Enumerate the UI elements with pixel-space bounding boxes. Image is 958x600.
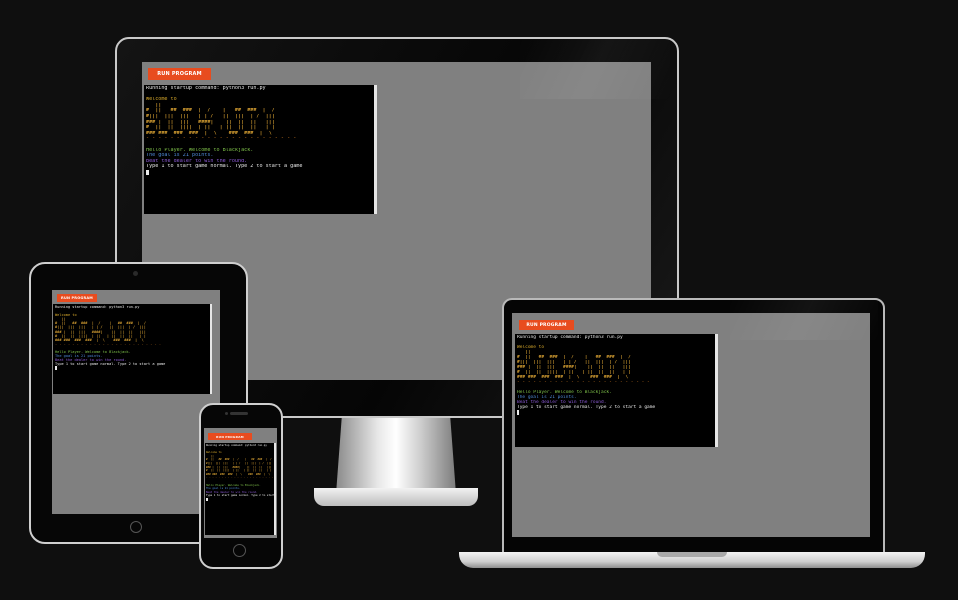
phone-speaker-icon	[230, 412, 248, 415]
terminal-window[interactable]: Running startup command: python3 run.py …	[53, 304, 212, 394]
tablet-screen: Run Program Running startup command: pyt…	[52, 290, 220, 514]
terminal-scrollbar[interactable]	[210, 304, 212, 394]
terminal-window[interactable]: Running startup command: python3 run.py …	[205, 443, 276, 535]
tablet-camera-icon	[133, 271, 138, 276]
terminal-prompt-line: Type 1 to start game normal. Type 2 to s…	[206, 494, 275, 498]
terminal-scrollbar[interactable]	[374, 85, 377, 214]
laptop-notch	[657, 552, 727, 557]
run-program-button[interactable]: Run Program	[208, 433, 252, 440]
cursor-block-icon	[55, 366, 57, 371]
run-program-button[interactable]: Run Program	[57, 294, 97, 302]
terminal-window[interactable]: Running startup command: python3 run.py …	[515, 334, 718, 447]
cursor-block-icon	[206, 497, 208, 501]
phone-camera-icon	[225, 412, 228, 415]
terminal-dashes: - - - - - - - - - - - - - - - - - - - - …	[206, 476, 275, 480]
phone-home-button	[233, 544, 246, 557]
terminal-startup-line: Running startup command: python3 run.py	[206, 444, 267, 447]
desktop-foot	[314, 488, 478, 506]
cursor-block-icon	[517, 410, 519, 415]
run-program-button[interactable]: Run Program	[519, 320, 574, 330]
terminal-scrollbar[interactable]	[715, 334, 718, 447]
tablet-home-button	[130, 521, 142, 533]
run-program-button[interactable]: Run Program	[148, 68, 211, 80]
terminal-window[interactable]: Running startup command: python3 run.py …	[144, 85, 377, 214]
terminal-scrollbar[interactable]	[274, 443, 276, 535]
laptop-screen: Run Program Running startup command: pyt…	[512, 313, 870, 537]
cursor-block-icon	[146, 169, 149, 175]
desktop-stand	[336, 414, 456, 494]
phone-screen: Run Program Running startup command: pyt…	[204, 428, 277, 538]
